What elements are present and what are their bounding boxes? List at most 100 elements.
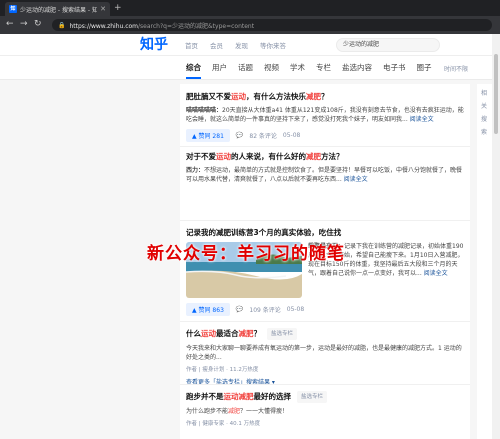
title-part: 肥肚腩又不爱 [186, 92, 231, 101]
result-actions: ▲ 赞同 281 💬 82 条评论 05-08 [186, 129, 464, 142]
result-title[interactable]: 肥肚腩又不爱运动，有什么方法快乐减肥？ [186, 92, 464, 102]
site-header: 知乎 首页 会员 发现 等你来答 少运动的减肥 [0, 34, 492, 56]
result-card: 什么运动最适合减肥？ 盐选专栏 今天我来和大家聊一聊要养成有氧运动的第一步，运动是… [186, 328, 464, 386]
upvote-button[interactable]: ▲ 赞同 863 [186, 303, 230, 316]
result-title[interactable]: 跑步并不是运动减肥最好的选择 盐选专栏 [186, 391, 464, 403]
title-part: 对于不爱 [186, 152, 216, 161]
tab-topics[interactable]: 话题 [238, 62, 253, 73]
title-highlight: 减肥 [306, 152, 321, 161]
time-filter[interactable]: 时间不限 [444, 64, 468, 73]
forward-icon[interactable]: → [20, 19, 28, 30]
tab-video[interactable]: 视频 [264, 62, 279, 73]
excerpt-highlight: 减肥 [228, 408, 241, 415]
read-more-link[interactable]: 阅读全文 [344, 176, 368, 183]
excerpt-author: 喵喵喵喵喵： [186, 107, 223, 114]
scrollbar-thumb[interactable] [494, 54, 498, 134]
result-card: 跑步并不是运动减肥最好的选择 盐选专栏 为什么跑步不能减肥？一一大懂得瘦！ 作者 … [186, 391, 464, 427]
top-nav: 首页 会员 发现 等你来答 [185, 40, 286, 50]
tab-title: 少运动的减肥 - 搜索结果 - 知乎 [20, 6, 98, 14]
result-excerpt: 为什么跑步不能减肥？一一大懂得瘦！ [186, 407, 464, 416]
tab-academic[interactable]: 学术 [290, 62, 305, 73]
tab-ebooks[interactable]: 电子书 [383, 62, 406, 73]
result-excerpt: 西力：不想运动，最简单的方式就是控制饮食了。但是要坚持！早餐可以吃饭，中餐八分饱… [186, 166, 464, 184]
excerpt-author: 西力： [186, 167, 205, 174]
result-meta: 作者 | 健康专家 · 40.1 万热度 [186, 421, 261, 427]
lock-icon: 🔒 [58, 21, 66, 29]
search-tabs: 综合 用户 话题 视频 学术 专栏 盐选内容 电子书 圈子 时间不限 [0, 56, 492, 80]
url-text: https://www.zhihu.com/search?q=少运动的减肥&ty… [69, 21, 254, 30]
active-tab-underline [186, 77, 201, 79]
tab-columns[interactable]: 专栏 [316, 62, 331, 73]
result-excerpt: 今天我来和大家聊一聊要养成有氧运动的第一步，运动是最好的减脂，也是最健康的减肥方… [186, 345, 462, 361]
result-date: 05-08 [282, 132, 301, 139]
result-card: 肥肚腩又不爱运动，有什么方法快乐减肥？ 喵喵喵喵喵：20天直接从大体重a41 体… [186, 92, 464, 142]
sidebar-text: 关 [481, 103, 488, 110]
nav-waiting[interactable]: 等你来答 [260, 40, 286, 50]
title-part: 最好的选择 [253, 392, 292, 401]
excerpt-text: 不想运动，最简单的方式就是控制饮食了。但是要坚持！早餐可以吃饭，中餐八分饱就餐了… [186, 167, 463, 183]
nav-discover[interactable]: 发现 [235, 40, 248, 50]
title-highlight: 运动 [201, 329, 216, 338]
browser-tab-bar: 知 少运动的减肥 - 搜索结果 - 知乎 ✕ + [0, 0, 500, 16]
title-part: ？ [253, 329, 262, 338]
title-part: 的人来说，有什么好的 [231, 152, 306, 161]
comment-count[interactable]: 82 条评论 [249, 131, 277, 140]
comment-icon[interactable]: 💬 [236, 132, 243, 139]
zhihu-page: 知乎 首页 会员 发现 等你来答 少运动的减肥 综合 用户 话题 视频 学术 专… [0, 34, 492, 439]
premium-badge: 盐选专栏 [267, 328, 298, 340]
back-icon[interactable]: ← [6, 19, 14, 30]
title-part: 什么 [186, 329, 201, 338]
divider [180, 220, 470, 221]
divider [180, 146, 470, 147]
nav-home[interactable]: 首页 [185, 40, 198, 50]
title-part: 最适合 [216, 329, 239, 338]
sidebar-text: 搜 [481, 116, 488, 123]
result-actions: ▲ 赞同 863 💬 109 条评论 05-08 [186, 303, 464, 316]
search-input[interactable]: 少运动的减肥 [336, 38, 440, 52]
tab-users[interactable]: 用户 [212, 62, 227, 73]
read-more-link[interactable]: 阅读全文 [424, 270, 448, 277]
comment-count[interactable]: 109 条评论 [249, 305, 280, 314]
new-tab-icon[interactable]: + [114, 2, 122, 14]
title-highlight: 减肥 [306, 92, 321, 101]
divider [180, 321, 470, 322]
title-part: 方法？ [321, 152, 344, 161]
nav-vip[interactable]: 会员 [210, 40, 223, 50]
sidebar-text: 索 [481, 129, 488, 136]
url-host: https://www.zhihu.com [69, 22, 139, 30]
tab-premium[interactable]: 盐选内容 [342, 62, 372, 73]
result-excerpt: 喵喵喵喵喵：20天直接从大体重a41 体重从121变成108斤，我没有刻意去节食… [186, 106, 464, 124]
reload-icon[interactable]: ↻ [34, 19, 42, 30]
tab-circles[interactable]: 圈子 [417, 62, 432, 73]
page-scrollbar[interactable] [492, 34, 500, 439]
excerpt-text: ？一一大懂得瘦！ [240, 408, 289, 415]
result-date: 05-08 [286, 306, 305, 313]
excerpt-text: 为什么跑步不能 [186, 408, 229, 415]
close-tab-icon[interactable]: ✕ [100, 5, 106, 13]
address-bar-row: ← → ↻ 🔒 https://www.zhihu.com/search?q=少… [0, 16, 500, 34]
title-part: ，有什么方法快乐 [246, 92, 306, 101]
browser-tab[interactable]: 知 少运动的减肥 - 搜索结果 - 知乎 ✕ [5, 2, 110, 16]
upvote-button[interactable]: ▲ 赞同 281 [186, 129, 230, 142]
title-highlight: 运动减肥 [223, 392, 254, 401]
zhihu-logo[interactable]: 知乎 [140, 37, 168, 53]
result-title[interactable]: 对于不爱运动的人来说，有什么好的减肥方法？ [186, 152, 464, 162]
title-part: 跑步并不是 [186, 392, 224, 401]
title-highlight: 减肥 [238, 329, 254, 338]
read-more-link[interactable]: 阅读全文 [410, 116, 434, 123]
title-highlight: 运动 [216, 152, 231, 161]
result-title[interactable]: 什么运动最适合减肥？ 盐选专栏 [186, 328, 464, 340]
watermark-overlay: 新公众号：羊习习的随笔 [147, 244, 345, 264]
zhihu-favicon-icon: 知 [9, 5, 17, 13]
tab-all[interactable]: 综合 [186, 62, 201, 73]
result-title[interactable]: 记录我的减肥训练营3个月的真实体验，吃住找 [186, 228, 464, 238]
result-card: 对于不爱运动的人来说，有什么好的减肥方法？ 西力：不想运动，最简单的方式就是控制… [186, 152, 464, 184]
title-part: ？ [321, 92, 329, 101]
title-highlight: 运动 [231, 92, 246, 101]
sidebar-text: 相 [481, 90, 488, 97]
url-path: /search?q=少运动的减肥&type=content [138, 22, 255, 30]
result-meta: 作者 | 瘦身计划 · 11.2万热度 [186, 367, 259, 373]
divider [180, 384, 470, 385]
url-input[interactable]: 🔒 https://www.zhihu.com/search?q=少运动的减肥&… [52, 19, 492, 31]
comment-icon[interactable]: 💬 [236, 306, 243, 313]
